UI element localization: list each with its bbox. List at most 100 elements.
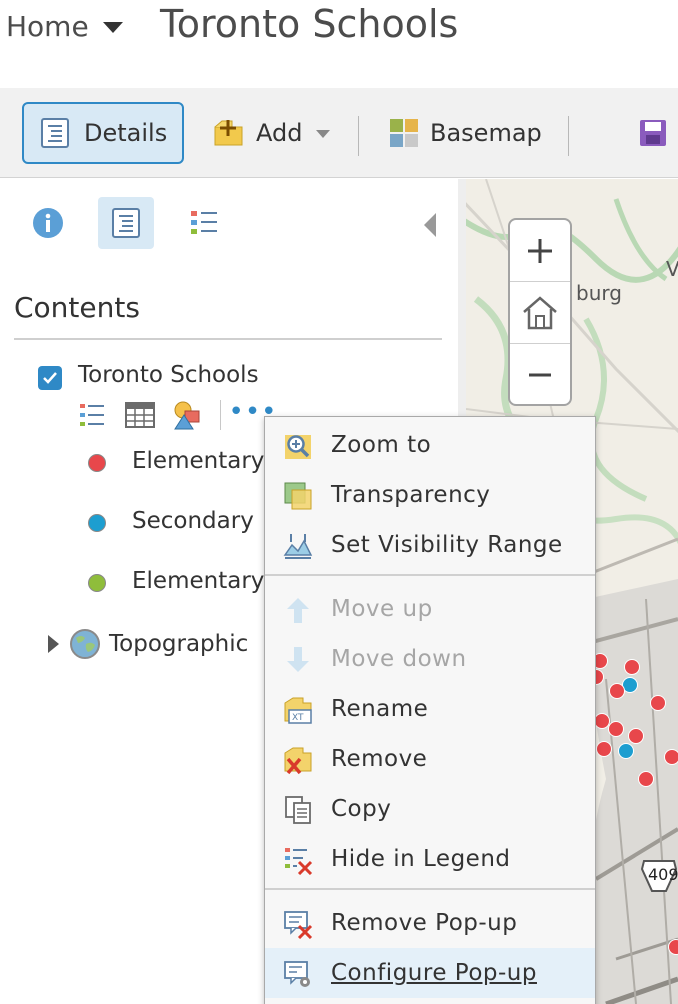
arrow-down-icon — [287, 647, 309, 672]
tab-about[interactable] — [20, 197, 76, 249]
rename-icon: XT — [284, 697, 312, 724]
details-icon — [41, 118, 69, 148]
transparency-icon — [284, 482, 312, 510]
legend-symbol-elementary-other — [88, 574, 106, 592]
show-legend-button[interactable] — [76, 399, 108, 431]
basemap-layer-name: Topographic — [109, 631, 249, 657]
menu-item-label: Rename — [331, 696, 429, 722]
layer-context-menu: Zoom to Transparency Set Visibility Rang… — [264, 416, 596, 1004]
show-table-button[interactable] — [124, 399, 156, 431]
collapse-panel-icon[interactable] — [424, 213, 436, 237]
layer-tools: ••• — [76, 397, 285, 433]
details-label: Details — [84, 119, 168, 147]
map-place-label: V — [666, 257, 678, 281]
expand-icon[interactable] — [48, 635, 59, 653]
basemap-icon — [390, 119, 418, 147]
chevron-down-icon — [102, 22, 123, 33]
menu-divider — [265, 888, 595, 890]
legend-symbol-secondary — [88, 514, 106, 532]
school-point-elementary[interactable] — [668, 939, 678, 955]
menu-item-remove[interactable]: Remove — [265, 734, 595, 784]
school-point-elementary[interactable] — [608, 721, 624, 737]
legend-label: Elementary — [132, 568, 265, 594]
hide-legend-icon — [285, 848, 313, 875]
remove-icon — [284, 747, 312, 775]
tab-contents[interactable] — [98, 197, 154, 249]
menu-item-move-up[interactable]: Move up — [265, 584, 595, 634]
menu-item-label: Copy — [331, 796, 392, 822]
menu-item-configure-popup[interactable]: Configure Pop-up — [265, 948, 595, 998]
menu-item-label: Remove Pop-up — [331, 910, 518, 936]
app-window: Home Toronto Schools Details Add Basemap… — [0, 0, 678, 1004]
arrow-up-icon — [287, 598, 309, 623]
checkmark-icon — [43, 372, 57, 384]
svg-text:XT: XT — [292, 713, 304, 723]
legend-symbol-elementary — [88, 454, 106, 472]
legend-item: Elementary — [88, 568, 264, 598]
details-button[interactable]: Details — [22, 102, 184, 164]
zoom-out-button[interactable] — [510, 344, 570, 404]
zoom-control — [508, 218, 572, 406]
legend-icon — [80, 404, 104, 426]
school-point-elementary[interactable] — [628, 728, 644, 744]
zoom-to-icon — [285, 435, 311, 459]
basemap-button[interactable]: Basemap — [384, 102, 554, 164]
layer-visibility-checkbox[interactable] — [38, 366, 62, 390]
change-style-icon — [174, 401, 200, 430]
map-place-label: burg — [576, 281, 622, 305]
menu-item-label: Set Visibility Range — [331, 532, 563, 558]
menu-item-hide-in-legend[interactable]: Hide in Legend — [265, 834, 595, 884]
legend-item: Elementary — [88, 448, 264, 478]
contents-icon — [112, 208, 140, 238]
chevron-down-icon — [316, 130, 331, 138]
highway-shield-label: 409 — [648, 865, 678, 884]
toolbar-divider — [358, 116, 359, 156]
menu-item-label: Transparency — [331, 482, 491, 508]
menu-item-rename[interactable]: XT Rename — [265, 684, 595, 734]
home-menu-button[interactable]: Home — [6, 10, 123, 43]
menu-item-transparency[interactable]: Transparency — [265, 470, 595, 520]
menu-item-copy[interactable]: Copy — [265, 784, 595, 834]
legend-icon — [191, 211, 217, 234]
tab-legend[interactable] — [176, 197, 232, 249]
menu-item-label: Remove — [331, 746, 428, 772]
menu-item-move-down[interactable]: Move down — [265, 634, 595, 684]
basemap-layer-row[interactable]: Topographic — [48, 627, 248, 661]
table-icon — [125, 402, 155, 428]
school-point-elementary[interactable] — [650, 695, 666, 711]
menu-item-label: Hide in Legend — [331, 846, 511, 872]
plus-icon — [528, 238, 552, 263]
zoom-in-button[interactable] — [510, 220, 570, 282]
school-point-elementary[interactable] — [596, 741, 612, 757]
school-point-elementary[interactable] — [664, 749, 678, 765]
header: Home Toronto Schools — [0, 0, 678, 86]
menu-item-label: Move up — [331, 596, 433, 622]
visibility-range-icon — [283, 534, 313, 559]
add-layer-icon — [214, 120, 243, 146]
map-title: Toronto Schools — [160, 2, 459, 46]
layer-name[interactable]: Toronto Schools — [78, 362, 259, 388]
legend-item: Secondary — [88, 508, 254, 538]
school-point-secondary[interactable] — [618, 743, 634, 759]
save-icon — [640, 120, 666, 146]
school-point-elementary[interactable] — [609, 683, 625, 699]
home-label: Home — [6, 10, 89, 43]
minus-icon — [529, 373, 551, 377]
save-button[interactable] — [634, 102, 678, 164]
basemap-label: Basemap — [430, 119, 542, 147]
home-extent-button[interactable] — [510, 282, 570, 344]
remove-popup-icon — [284, 911, 313, 939]
menu-item-remove-popup[interactable]: Remove Pop-up — [265, 898, 595, 948]
menu-divider — [265, 574, 595, 576]
menu-item-label: Zoom to — [331, 432, 432, 458]
copy-icon — [285, 796, 311, 824]
menu-item-zoom-to[interactable]: Zoom to — [265, 420, 595, 470]
change-style-button[interactable] — [172, 399, 204, 431]
school-point-elementary[interactable] — [624, 659, 640, 675]
add-button[interactable]: Add — [208, 102, 338, 164]
toolbar: Details Add Basemap — [0, 88, 678, 178]
menu-item-set-visibility-range[interactable]: Set Visibility Range — [265, 520, 595, 570]
home-icon — [523, 295, 557, 329]
configure-popup-icon — [284, 961, 310, 987]
school-point-elementary[interactable] — [638, 771, 654, 787]
